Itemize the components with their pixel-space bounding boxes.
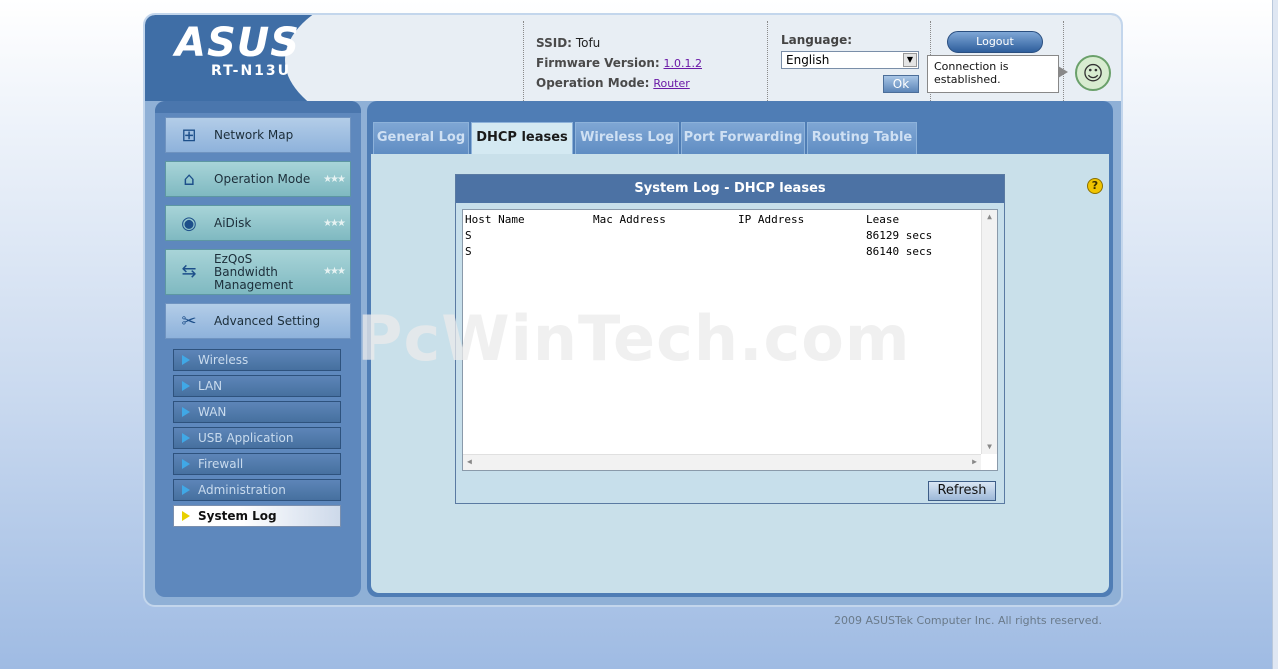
network-map-icon: ⊞ [181,125,197,146]
row-1-host: S [465,229,472,242]
tab-general-log[interactable]: General Log [373,122,469,154]
ssid-label: SSID: [536,36,572,50]
language-select[interactable]: English ▼ [781,51,919,69]
operation-mode-link[interactable]: Router [653,77,689,90]
language-label: Language: [781,33,853,47]
column-header-ip-address: IP Address [738,213,805,226]
arrow-right-icon [182,381,190,391]
connection-status: Connection is established. [927,55,1068,93]
disk-icon: ◉ [181,213,197,234]
arrow-right-icon [182,433,190,443]
panel-title: System Log - DHCP leases [456,175,1004,203]
tab-port-forwarding[interactable]: Port Forwarding [681,122,805,154]
language-ok-button[interactable]: Ok [883,75,919,93]
menu-advanced-setting[interactable]: ✂ Advanced Setting [165,303,351,339]
tab-dhcp-leases[interactable]: DHCP leases [471,122,573,155]
model-name: RT-N13U [211,63,292,79]
log-textarea[interactable]: Host Name Mac Address IP Address Lease S… [462,209,998,471]
help-icon[interactable]: ? [1087,178,1103,194]
arrow-right-icon [182,407,190,417]
firmware-label: Firmware Version: [536,56,660,70]
main-panel: General Log DHCP leases Wireless Log Por… [367,101,1113,597]
horizontal-scrollbar[interactable]: ◀ ▶ [463,454,981,470]
refresh-button[interactable]: Refresh [928,481,996,501]
status-avatar-icon: ☺ [1075,55,1111,91]
scroll-up-icon[interactable]: ▲ [982,210,997,224]
copyright-footer: 2009 ASUSTek Computer Inc. All rights re… [834,614,1102,627]
submenu-usb-application[interactable]: USB Application [173,427,341,449]
dhcp-log-panel: System Log - DHCP leases Host Name Mac A… [455,174,1005,504]
vertical-scrollbar[interactable]: ▲ ▼ [981,210,997,454]
logout-button[interactable]: Logout [947,31,1043,53]
arrow-right-icon [182,511,190,521]
submenu-firewall[interactable]: Firewall [173,453,341,475]
row-1-lease: 86129 secs [866,229,933,242]
stars-icon: ★★★ [323,174,346,185]
router-icon: ⌂ [183,169,195,190]
header: ASUS RT-N13U SSID: Tofu Firmware Version… [145,15,1121,101]
scroll-left-icon[interactable]: ◀ [467,457,472,466]
stars-icon: ★★★ [323,266,346,277]
row-2-lease: 86140 secs [866,245,933,258]
column-header-mac-address: Mac Address [593,213,666,226]
operation-mode-label: Operation Mode: [536,76,650,90]
window-scrollbar[interactable] [1272,0,1278,669]
tab-routing-table[interactable]: Routing Table [807,122,917,154]
submenu-administration[interactable]: Administration [173,479,341,501]
language-selected: English [786,53,830,67]
column-header-host-name: Host Name [465,213,525,226]
scroll-right-icon[interactable]: ▶ [972,457,977,466]
arrow-right-icon [182,459,190,469]
divider [1063,21,1064,101]
submenu-lan[interactable]: LAN [173,375,341,397]
menu-ezqos[interactable]: ⇆ EzQoS Bandwidth Management ★★★ [165,249,351,295]
stars-icon: ★★★ [323,218,346,229]
row-2-host: S [465,245,472,258]
menu-operation-mode[interactable]: ⌂ Operation Mode ★★★ [165,161,351,197]
ssid-value: Tofu [575,36,601,50]
column-header-lease: Lease [866,213,900,226]
language-block: Language: English ▼ Ok [769,21,931,101]
scroll-down-icon[interactable]: ▼ [982,440,997,454]
submenu-wireless[interactable]: Wireless [173,349,341,371]
router-admin-frame: ASUS RT-N13U SSID: Tofu Firmware Version… [143,13,1123,607]
chevron-down-icon[interactable]: ▼ [903,53,917,67]
firmware-link[interactable]: 1.0.1.2 [664,57,702,70]
menu-network-map[interactable]: ⊞ Network Map [165,117,351,153]
tools-icon: ✂ [181,311,197,332]
arrow-right-icon [182,355,190,365]
tab-wireless-log[interactable]: Wireless Log [575,122,679,154]
submenu-wan[interactable]: WAN [173,401,341,423]
bandwidth-icon: ⇆ [181,261,197,282]
asus-logo: ASUS [175,20,301,66]
sidebar: ⊞ Network Map ⌂ Operation Mode ★★★ ◉ AiD… [155,101,361,597]
submenu-system-log[interactable]: System Log [173,505,341,527]
device-info: SSID: Tofu Firmware Version: 1.0.1.2 Ope… [523,21,768,101]
menu-aidisk[interactable]: ◉ AiDisk ★★★ [165,205,351,241]
tab-content: ? System Log - DHCP leases Host Name Mac… [371,154,1109,593]
arrow-right-icon [182,485,190,495]
